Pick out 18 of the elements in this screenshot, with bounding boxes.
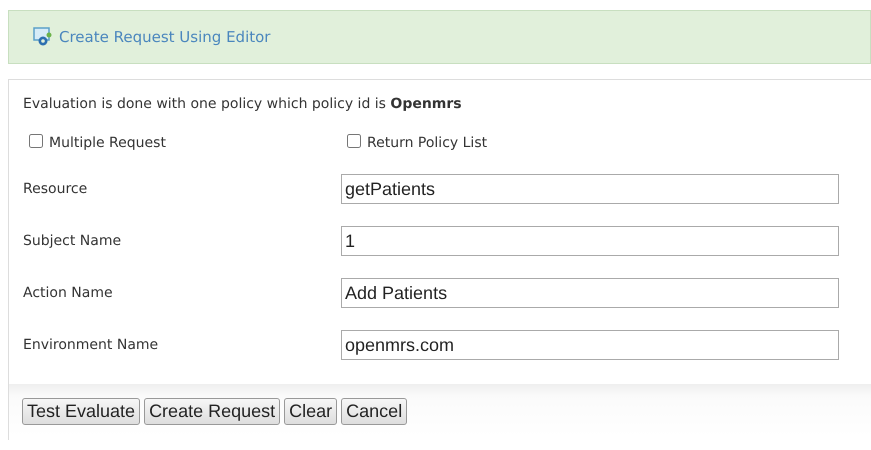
action-button[interactable]: Create Request — [144, 398, 280, 424]
checkbox[interactable] — [347, 134, 361, 148]
checkbox-label: Return Policy List — [367, 135, 488, 151]
action-button[interactable]: Cancel — [341, 398, 408, 424]
checkbox[interactable] — [29, 134, 43, 148]
header-title: Create Request Using Editor — [59, 28, 270, 46]
field-label: Resource — [22, 181, 88, 197]
input-field[interactable]: Add Patients — [341, 278, 839, 308]
checkbox-label: Multiple Request — [49, 135, 166, 151]
input-field[interactable]: getPatients — [341, 174, 839, 204]
field-label: Environment Name — [22, 337, 160, 353]
field-label: Action Name — [22, 285, 114, 301]
input-field[interactable]: 1 — [341, 226, 839, 256]
field-label: Subject Name — [22, 233, 122, 249]
input-field[interactable]: openmrs.com — [341, 330, 839, 360]
action-button[interactable]: Clear — [284, 398, 338, 424]
action-button[interactable]: Test Evaluate — [22, 398, 140, 424]
intro-text: Evaluation is done with one policy which policy id is Openmrs — [23, 96, 463, 112]
